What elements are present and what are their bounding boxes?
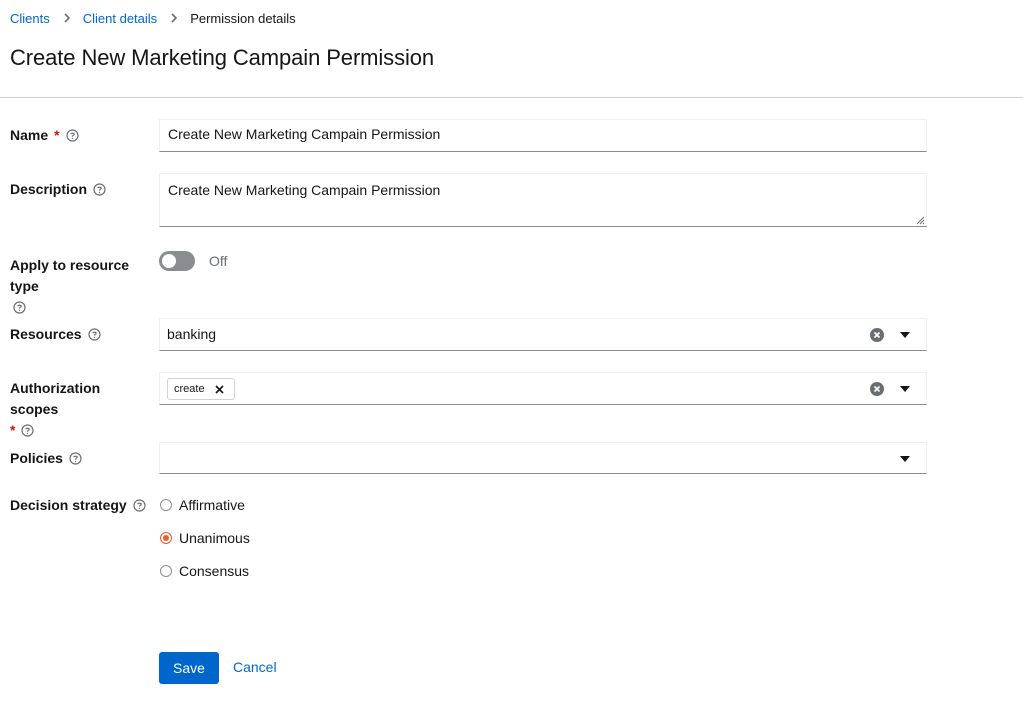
help-icon[interactable] (93, 183, 106, 196)
times-circle-icon[interactable] (870, 382, 884, 396)
help-icon[interactable] (87, 328, 101, 341)
policies-label-row: Policies (10, 448, 82, 469)
breadcrumb-link-clients[interactable]: Clients (10, 11, 50, 26)
radio-label: Affirmative (179, 497, 245, 513)
save-button[interactable]: Save (159, 652, 219, 684)
angle-right-icon (64, 12, 70, 23)
apply-resource-type-label: Apply to resource type (10, 257, 130, 294)
description-label-row: Description (10, 179, 106, 200)
decision-strategy-label-row: Decision strategy (10, 495, 146, 516)
help-icon[interactable] (21, 424, 35, 437)
radio-consensus[interactable]: Consensus (159, 563, 249, 579)
resources-label-row: Resources (10, 324, 101, 345)
radio-button[interactable] (160, 532, 172, 544)
decision-strategy-label: Decision strategy (10, 497, 127, 513)
radio-button[interactable] (160, 565, 172, 577)
header-divider (0, 97, 1023, 98)
help-icon[interactable] (69, 452, 82, 465)
description-textarea[interactable]: Create New Marketing Campain Permission (159, 173, 927, 227)
resources-select[interactable]: banking (159, 318, 927, 351)
radio-label: Consensus (179, 563, 250, 579)
description-value: Create New Marketing Campain Permission (168, 182, 441, 198)
apply-resource-type-label-row: Apply to resource type (10, 255, 150, 318)
caret-down-icon[interactable] (900, 456, 910, 462)
angle-right-icon (171, 12, 178, 23)
required-mark: * (54, 127, 60, 143)
resources-value: banking (167, 326, 217, 342)
resources-label: Resources (10, 326, 82, 342)
toggle-state-label: Off (209, 253, 228, 269)
resize-grip-icon[interactable] (915, 215, 925, 225)
policies-select[interactable] (159, 442, 927, 474)
radio-unanimous[interactable]: Unanimous (159, 530, 250, 546)
policies-label: Policies (10, 450, 63, 466)
name-input[interactable]: Create New Marketing Campain Permission (159, 119, 927, 152)
toggle-knob (162, 254, 176, 268)
times-circle-icon[interactable] (870, 328, 884, 342)
times-icon[interactable] (215, 384, 224, 394)
cancel-button[interactable]: Cancel (233, 659, 277, 675)
name-label-row: Name * (10, 125, 79, 146)
caret-down-icon[interactable] (900, 386, 910, 392)
apply-resource-type-toggle[interactable] (159, 251, 195, 271)
radio-button[interactable] (160, 499, 172, 511)
description-label: Description (10, 181, 88, 197)
breadcrumb-current: Permission details (190, 11, 296, 26)
caret-down-icon[interactable] (900, 332, 910, 338)
help-icon[interactable] (13, 301, 26, 314)
page-title: Create New Marketing Campain Permission (10, 45, 435, 70)
breadcrumb-link-client-details[interactable]: Client details (83, 11, 157, 26)
help-icon[interactable] (65, 129, 79, 142)
scope-chip: create (167, 378, 235, 400)
scope-chip-label: create (174, 383, 205, 395)
name-label: Name (10, 127, 49, 143)
required-mark: * (10, 422, 16, 438)
authorization-scopes-select[interactable]: create (159, 372, 927, 405)
help-icon[interactable] (133, 499, 146, 512)
authorization-scopes-label-row: Authorization scopes * (10, 378, 150, 441)
breadcrumb: Clients Client details Permission detail… (10, 11, 296, 26)
radio-label: Unanimous (179, 530, 250, 546)
authorization-scopes-label: Authorization scopes (10, 380, 101, 417)
radio-affirmative[interactable]: Affirmative (159, 497, 245, 513)
